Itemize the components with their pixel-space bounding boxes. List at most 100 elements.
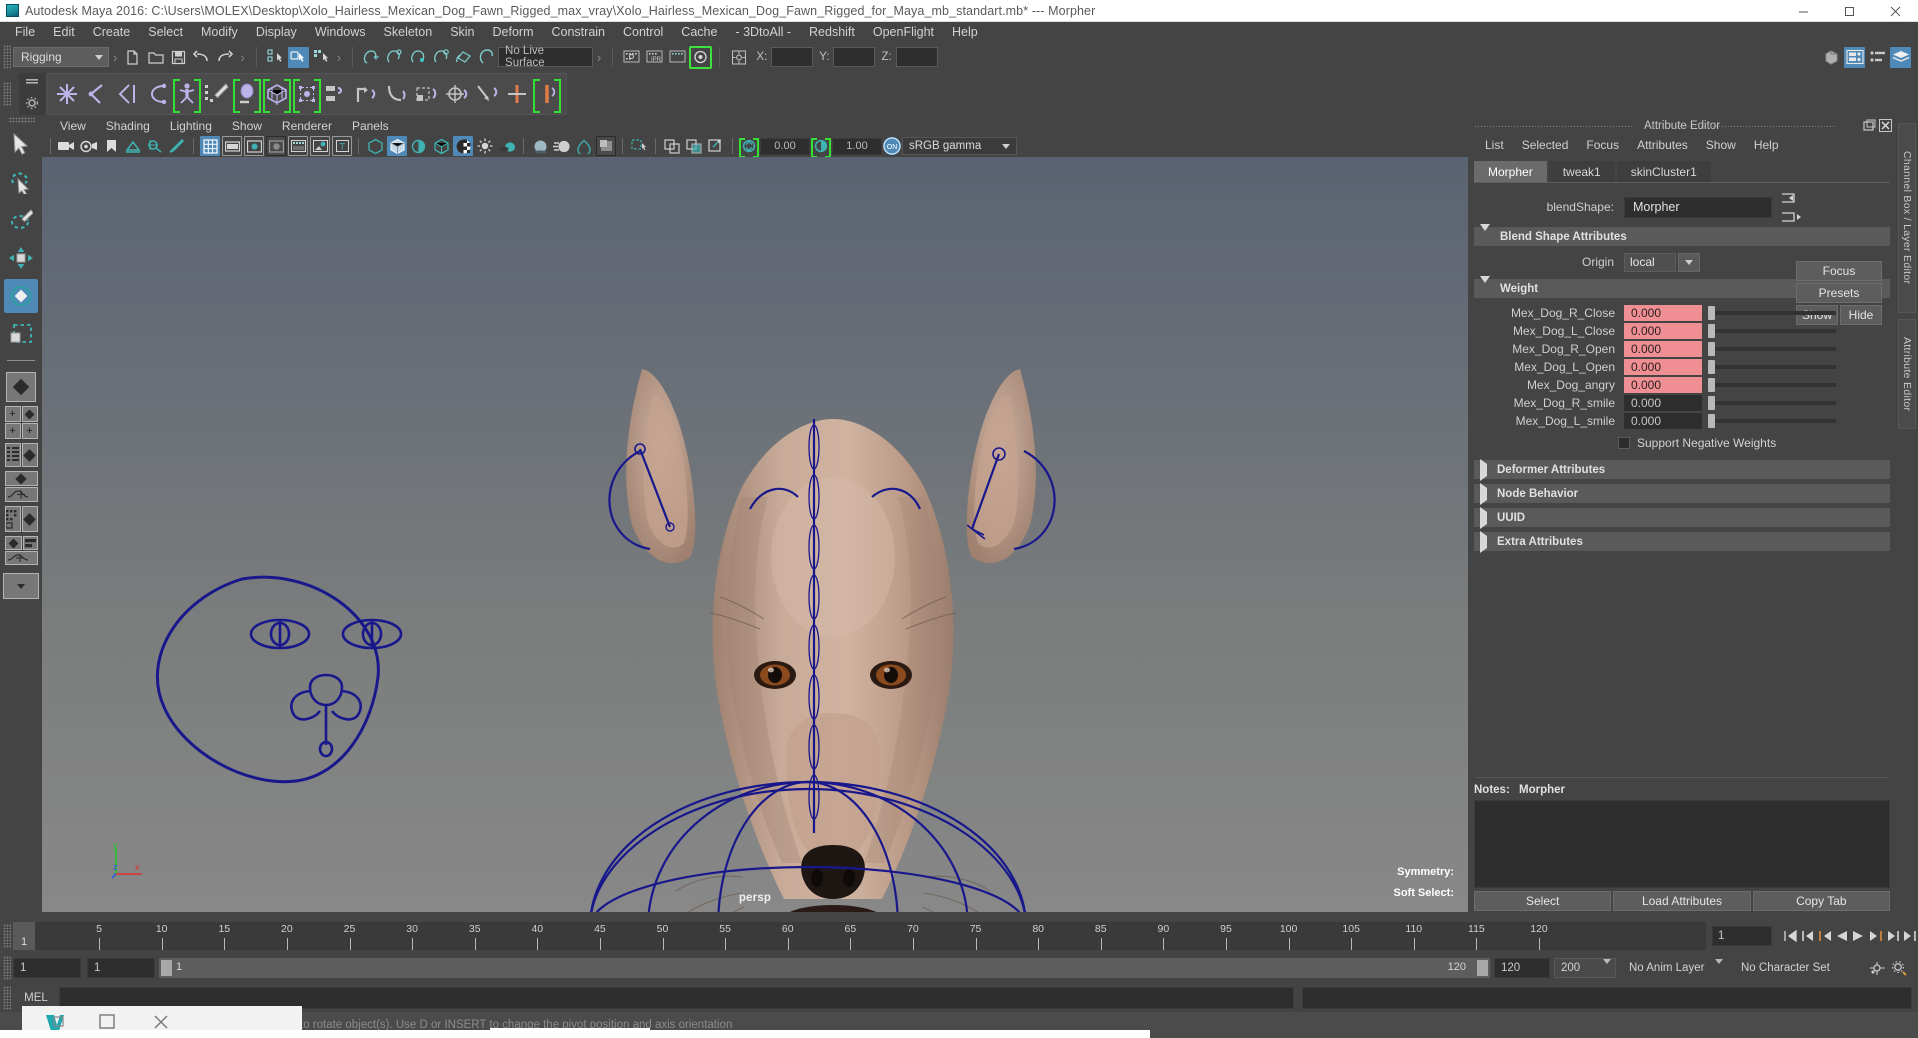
- aim-constraint-icon[interactable]: [442, 75, 472, 113]
- viewport-menu-panels[interactable]: Panels: [342, 119, 399, 133]
- layout-more-icon[interactable]: [3, 573, 39, 599]
- input-connection-icon[interactable]: [1780, 191, 1802, 205]
- select-object-icon[interactable]: [287, 46, 309, 68]
- menu-help[interactable]: Help: [943, 22, 987, 43]
- tab-morpher[interactable]: Morpher: [1474, 161, 1547, 182]
- wireframe-shading-icon[interactable]: [365, 136, 385, 156]
- focus-button[interactable]: Focus: [1796, 261, 1882, 281]
- time-slider-current-indicator[interactable]: 1: [13, 922, 35, 950]
- grid-display-icon[interactable]: [200, 136, 220, 156]
- minimize-icon[interactable]: [1780, 0, 1826, 22]
- menu-select[interactable]: Select: [139, 22, 192, 43]
- command-language-label[interactable]: MEL: [13, 992, 59, 1004]
- step-back-keyframe-icon[interactable]: [1799, 925, 1816, 947]
- layout-outliner-persp-icon[interactable]: [4, 443, 38, 467]
- scale-constraint-icon[interactable]: [412, 75, 442, 113]
- maya-taskbar-icon[interactable]: [44, 1012, 64, 1032]
- ae-menu-attributes[interactable]: Attributes: [1628, 138, 1697, 152]
- use-all-lights-icon[interactable]: [475, 136, 495, 156]
- weight-slider[interactable]: [1708, 323, 1836, 339]
- create-ik-spline-handle-icon[interactable]: [112, 75, 142, 113]
- show-hide-channel-box-icon[interactable]: [1890, 46, 1911, 68]
- weight-value-input[interactable]: 0.000: [1624, 359, 1702, 375]
- snap-point-icon[interactable]: [407, 47, 428, 68]
- color-profile-selector[interactable]: sRGB gamma: [902, 137, 1017, 155]
- redo-icon[interactable]: [214, 47, 235, 68]
- time-slider-grip[interactable]: [3, 924, 11, 948]
- step-forward-keyframe-icon[interactable]: [1884, 925, 1901, 947]
- snap-curve-icon[interactable]: [384, 47, 405, 68]
- window-taskbar-icon[interactable]: [98, 1012, 118, 1032]
- image-plane-icon[interactable]: [123, 136, 143, 156]
- select-button[interactable]: Select: [1474, 891, 1612, 911]
- menu-modify[interactable]: Modify: [192, 22, 247, 43]
- animation-preferences-icon[interactable]: [1866, 957, 1888, 979]
- weight-value-input[interactable]: 0.000: [1624, 341, 1702, 357]
- shelf-options[interactable]: [19, 73, 45, 115]
- open-scene-icon[interactable]: [145, 47, 166, 68]
- section-deformer-attributes[interactable]: Deformer Attributes: [1474, 458, 1890, 481]
- texture-display-icon[interactable]: [453, 136, 473, 156]
- range-slider-grip[interactable]: [3, 956, 11, 980]
- step-back-frame-icon[interactable]: [1816, 925, 1833, 947]
- play-forwards-icon[interactable]: [1850, 925, 1867, 947]
- new-scene-icon[interactable]: [122, 47, 143, 68]
- ae-menu-selected[interactable]: Selected: [1513, 138, 1578, 152]
- coord-z-input[interactable]: [895, 47, 938, 67]
- anim-layer-selector[interactable]: No Anim Layer: [1622, 958, 1728, 978]
- ae-menu-focus[interactable]: Focus: [1577, 138, 1628, 152]
- layout-four-view-icon[interactable]: + + +: [4, 406, 38, 439]
- shelf-grip[interactable]: [3, 82, 11, 106]
- status-line-grip[interactable]: [3, 45, 11, 69]
- wireframe-on-shaded-icon[interactable]: [431, 136, 451, 156]
- tab-skincluster1[interactable]: skinCluster1: [1616, 161, 1711, 182]
- toolbox-grip[interactable]: [8, 117, 35, 123]
- gamma-control-icon[interactable]: [811, 136, 831, 158]
- weight-slider[interactable]: [1708, 413, 1836, 429]
- output-connection-icon[interactable]: [1780, 210, 1802, 224]
- hide-button[interactable]: Hide: [1840, 305, 1882, 325]
- transform-center-icon[interactable]: [728, 47, 749, 68]
- menu-create[interactable]: Create: [84, 22, 140, 43]
- smooth-bind-icon[interactable]: [232, 75, 262, 113]
- menu-control[interactable]: Control: [614, 22, 672, 43]
- copy-tab-button[interactable]: Copy Tab: [1752, 891, 1890, 911]
- paint-selection-tool-icon[interactable]: [4, 203, 38, 237]
- undo-icon[interactable]: [191, 47, 212, 68]
- menu-cache[interactable]: Cache: [672, 22, 726, 43]
- color-management-toggle[interactable]: ON: [883, 137, 901, 155]
- paint-skin-weights-icon[interactable]: [202, 75, 232, 113]
- lattice-deformer-icon[interactable]: [262, 75, 292, 113]
- command-line-grip[interactable]: [3, 986, 11, 1010]
- presets-button[interactable]: Presets: [1796, 283, 1882, 303]
- layout-hypershade-persp-icon[interactable]: [4, 506, 38, 532]
- insert-joint-tool-icon[interactable]: [142, 75, 172, 113]
- render-current-frame-icon[interactable]: IPR: [644, 47, 665, 68]
- anim-end-field[interactable]: 200: [1554, 958, 1616, 978]
- menu-deform[interactable]: Deform: [484, 22, 543, 43]
- orient-constraint-icon[interactable]: [382, 75, 412, 113]
- show-hide-modeling-toolkit-icon[interactable]: [1821, 47, 1842, 68]
- section-blend-shape-attributes[interactable]: Blend Shape Attributes: [1474, 223, 1890, 246]
- current-frame-field[interactable]: 1: [1712, 926, 1772, 946]
- viewport-menu-show[interactable]: Show: [222, 119, 272, 133]
- ipr-render-icon[interactable]: [667, 47, 688, 68]
- viewport-menu-renderer[interactable]: Renderer: [272, 119, 342, 133]
- depth-of-field-icon[interactable]: [596, 136, 616, 156]
- character-set-selector[interactable]: No Character Set: [1734, 958, 1858, 978]
- weight-value-input[interactable]: 0.000: [1624, 413, 1702, 429]
- menu-display[interactable]: Display: [247, 22, 306, 43]
- range-bar[interactable]: 1 120: [159, 958, 1490, 978]
- viewport-menu-lighting[interactable]: Lighting: [160, 119, 222, 133]
- layout-persp-graph-icon[interactable]: [4, 471, 38, 502]
- resolution-gate-icon[interactable]: [244, 136, 264, 156]
- blendshape-name-input[interactable]: Morpher: [1624, 196, 1772, 218]
- exposure-value-field[interactable]: 0.00: [760, 137, 810, 155]
- coord-y-input[interactable]: [833, 47, 876, 67]
- exposure-control-icon[interactable]: [739, 136, 759, 158]
- snap-grid-icon[interactable]: [361, 47, 382, 68]
- xray-joints-icon[interactable]: [684, 136, 704, 156]
- bind-skin-icon[interactable]: [172, 75, 202, 113]
- snap-projected-center-icon[interactable]: [430, 47, 451, 68]
- section-extra-attributes[interactable]: Extra Attributes: [1474, 530, 1890, 553]
